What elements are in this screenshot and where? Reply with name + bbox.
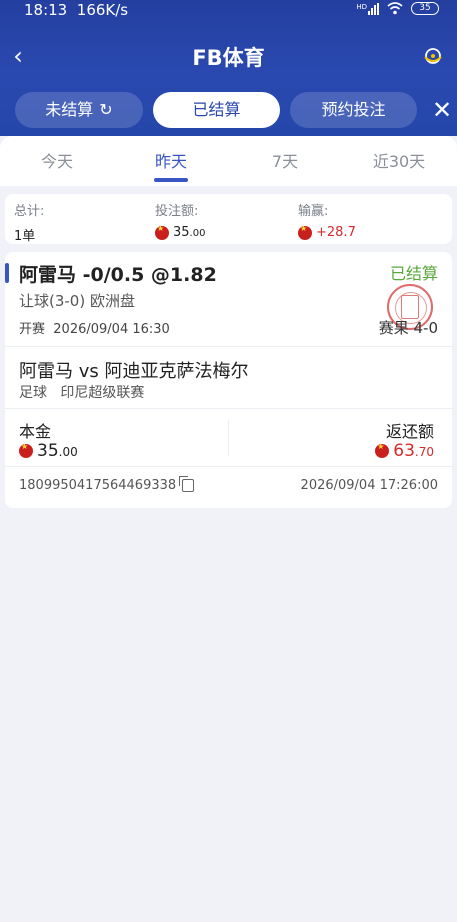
stake-dec: .00 [58,445,78,459]
match-league: 足球 印尼超级联赛 [19,382,144,402]
coin-icon [375,442,390,458]
coin-icon [155,224,169,240]
summary-winloss-label: 输赢: [298,204,329,219]
status-bar: 18:13 166K/s HD 35 [0,0,457,22]
summary-winloss-amount: +28.7 [316,225,356,240]
header: 18:13 166K/s HD 35 ‹ FB体育 未结算 ↻ 已结算 预约投注 … [0,0,457,136]
segment-reservation[interactable]: 预约投注 [290,92,417,128]
summary-total-label: 总计: [14,204,45,219]
sport-label: 足球 [19,385,47,401]
vertical-divider [228,420,229,456]
bet-start-time: 开赛 2026/09/04 16:30 [19,318,170,337]
hd-signal-icon: HD [356,2,379,15]
title-bar: ‹ FB体育 [0,36,457,76]
stake-int: 35 [37,441,59,461]
order-id: 1809950417564469338 [19,476,195,493]
summary-stake-value: 35.00 [155,224,206,240]
tab-7-days[interactable]: 7天 [240,148,330,172]
coin-icon [19,442,33,458]
summary-stake-int: 35 [173,225,190,240]
tab-indicator [154,178,188,182]
battery-icon: 35 [411,2,439,15]
return-dec: .70 [414,445,434,459]
coin-icon [298,224,312,240]
tab-30-days[interactable]: 近30天 [354,148,444,172]
divider [5,408,452,409]
segment-unsettled[interactable]: 未结算 ↻ [15,92,143,128]
bet-start-label: 开赛 [19,322,46,337]
bet-market: 让球(3-0) 欧洲盘 [19,292,135,310]
order-time: 2026/09/04 17:26:00 [300,478,438,493]
segment-unsettled-label: 未结算 [45,100,94,119]
page-title: FB体育 [192,46,265,70]
league-label: 印尼超级联赛 [60,385,145,401]
return-value: 63.70 [375,441,434,461]
status-time: 18:13 166K/s [24,1,129,19]
result-score: 4-0 [413,319,439,337]
return-int: 63 [393,441,415,461]
match-name: 阿雷马 vs 阿迪亚克萨法梅尔 [19,361,249,382]
support-headset-icon[interactable] [421,44,445,68]
stake-value: 35.00 [19,441,78,461]
status-badge: 已结算 [389,264,438,283]
match-result: 赛果 4-0 [379,317,438,338]
bet-title: 阿雷马 -0/0.5 @1.82 [19,264,217,286]
bet-card[interactable]: 阿雷马 -0/0.5 @1.82 已结算 让球(3-0) 欧洲盘 开赛 2026… [5,252,452,508]
hd-label: HD [356,2,367,11]
summary-total-value: 1单 [14,229,36,244]
accent-bar [5,263,9,283]
close-icon[interactable]: ✕ [430,96,454,124]
result-label: 赛果 [378,319,409,337]
summary-winloss: 输赢: +28.7 [298,200,356,240]
divider [5,346,452,347]
summary-total: 总计: 1单 [14,200,44,244]
status-icons: HD 35 [356,2,439,15]
summary-stake-label: 投注额: [155,204,199,219]
stake-label: 本金 [19,422,52,441]
summary-stake-dec: .00 [189,228,206,239]
return-label: 返还额 [385,422,434,441]
wifi-icon [387,2,403,15]
summary-winloss-value: +28.7 [298,224,356,240]
copy-icon[interactable] [179,476,195,492]
tab-today[interactable]: 今天 [12,148,102,172]
settlement-segment-control: 未结算 ↻ 已结算 预约投注 ✕ [0,88,457,132]
divider [5,466,452,467]
segment-settled[interactable]: 已结算 [153,92,280,128]
summary-card: 总计: 1单 投注额: 35.00 输赢: +28.7 [5,194,452,244]
tab-yesterday[interactable]: 昨天 [126,148,216,172]
refresh-icon[interactable]: ↻ [99,92,112,128]
order-id-value: 1809950417564469338 [19,478,177,493]
bet-start-value: 2026/09/04 16:30 [53,322,170,337]
date-tabs: 今天 昨天 7天 近30天 [0,136,457,186]
summary-stake: 投注额: 35.00 [155,200,205,240]
